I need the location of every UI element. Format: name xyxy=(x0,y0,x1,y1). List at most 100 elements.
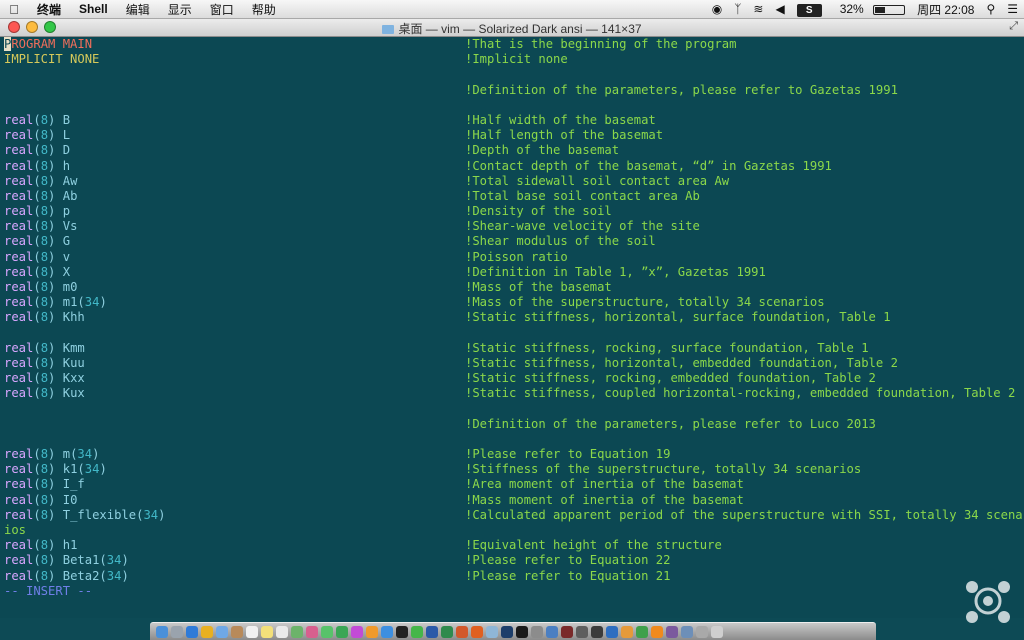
menu-edit[interactable]: 编辑 xyxy=(117,1,159,18)
apple-icon[interactable]:  xyxy=(0,2,28,17)
dock xyxy=(150,622,876,640)
downloads-stack-icon[interactable] xyxy=(681,625,693,638)
system-preferences-icon[interactable] xyxy=(531,625,543,638)
code-line: real(8) T_flexible(34) !Calculated appare… xyxy=(4,507,1024,522)
powerpoint-icon[interactable] xyxy=(456,625,468,638)
contacts-icon[interactable] xyxy=(231,625,243,638)
mail-icon[interactable] xyxy=(216,625,228,638)
code-line: real(8) G !Shear modulus of the soil xyxy=(4,234,656,249)
code-line: real(8) Aw !Total sidewall soil contact a… xyxy=(4,173,730,188)
terminal-buffer[interactable]: PROGRAM MAIN !That is the beginning of th… xyxy=(0,37,1024,618)
code-line: !Definition of the parameters, please re… xyxy=(465,82,898,97)
code-line: real(8) m0 !Mass of the basemat xyxy=(4,280,612,294)
trash-icon[interactable] xyxy=(711,625,723,638)
vlc-icon[interactable] xyxy=(651,625,663,638)
menu-shell[interactable]: Shell xyxy=(70,2,117,16)
window-titlebar: 桌面 — vim — Solarized Dark ansi — 141×37 … xyxy=(0,19,1024,37)
code-line: real(8) Kux !Static stiffness, coupled ho… xyxy=(4,386,1016,401)
code-line: real(8) B !Half width of the basemat xyxy=(4,112,656,127)
matlab-icon[interactable] xyxy=(471,625,483,638)
reminders-icon[interactable] xyxy=(276,625,288,638)
facetime-icon[interactable] xyxy=(336,625,348,638)
ibooks-icon[interactable] xyxy=(366,625,378,638)
code-line: real(8) X !Definition in Table 1, ”x”, Ga… xyxy=(4,264,766,279)
preview-icon[interactable] xyxy=(486,625,498,638)
fullscreen-icon[interactable]: ⤢ xyxy=(1009,20,1018,33)
wifi-icon[interactable]: ≋ xyxy=(747,2,769,16)
s-app-icon[interactable]: S xyxy=(796,3,822,17)
itunes-icon[interactable] xyxy=(351,625,363,638)
folder-icon xyxy=(382,25,395,35)
code-line: real(8) m1(34) !Mass of the superstructur… xyxy=(4,295,825,310)
notes-icon[interactable] xyxy=(261,625,273,638)
keynote-icon[interactable] xyxy=(606,625,618,638)
code-line: IMPLICIT NONE !Implicit none xyxy=(4,52,568,67)
code-line: PROGRAM MAIN !That is the beginning of th… xyxy=(4,37,737,51)
code-line: real(8) Kmm !Static stiffness, rocking, s… xyxy=(4,340,869,355)
eye-icon[interactable]: ◉ xyxy=(706,2,728,16)
watermark-icon xyxy=(966,581,1010,623)
insert-mode-indicator: -- INSERT -- xyxy=(4,583,93,598)
code-line: real(8) Khh !Static stiffness, horizontal… xyxy=(4,310,891,325)
code-line: real(8) h1 !Equivalent height of the stru… xyxy=(4,538,722,553)
messages-icon[interactable] xyxy=(321,625,333,638)
code-line: real(8) Beta1(34) !Please refer to Equati… xyxy=(4,553,671,568)
photoshop-icon[interactable] xyxy=(501,625,513,638)
excel-icon[interactable] xyxy=(441,625,453,638)
numbers-icon[interactable] xyxy=(636,625,648,638)
finder-icon[interactable] xyxy=(156,625,168,638)
maps-icon[interactable] xyxy=(291,625,303,638)
status-line: -- INSERT -- xyxy=(0,584,1024,599)
menu-terminal[interactable]: 终端 xyxy=(28,1,70,18)
code-line: real(8) Kuu !Static stiffness, horizontal… xyxy=(4,355,898,370)
clock[interactable]: 周四 22:08 xyxy=(911,1,980,18)
code-line: real(8) v !Poisson ratio xyxy=(4,249,568,264)
code-line: real(8) h !Contact depth of the basemat, … xyxy=(4,158,832,173)
activity-monitor-icon[interactable] xyxy=(591,625,603,638)
menu-window[interactable]: 窗口 xyxy=(201,1,243,18)
app-store-icon[interactable] xyxy=(381,625,393,638)
calendar-icon[interactable] xyxy=(246,625,258,638)
texshop-icon[interactable] xyxy=(666,625,678,638)
code-line: real(8) k1(34) !Stiffness of the superstr… xyxy=(4,462,862,477)
dictionary-icon[interactable] xyxy=(561,625,573,638)
code-line: real(8) I0 !Mass moment of inertia of the… xyxy=(4,492,744,507)
battery-icon[interactable] xyxy=(873,4,906,15)
code-line: real(8) Kxx !Static stiffness, rocking, e… xyxy=(4,371,876,386)
menu-bar:  终端 Shell 编辑 显示 窗口 帮助 ◉ ᛉ ≋ ◀ S 32% 周四 … xyxy=(0,0,1024,19)
window-title: 桌面 — vim — Solarized Dark ansi — 141×37 xyxy=(398,22,642,36)
menu-help[interactable]: 帮助 xyxy=(243,1,285,18)
code-line: real(8) p !Density of the soil xyxy=(4,204,612,219)
code-line: real(8) D !Depth of the basemat xyxy=(4,143,620,158)
word-icon[interactable] xyxy=(426,625,438,638)
code-line: real(8) I_f !Area moment of inertia of th… xyxy=(4,477,744,492)
menu-view[interactable]: 显示 xyxy=(159,1,201,18)
photos-icon[interactable] xyxy=(306,625,318,638)
code-line: real(8) Ab !Total base soil contact area … xyxy=(4,188,700,203)
code-line: ios xyxy=(4,523,27,537)
safari-icon[interactable] xyxy=(186,625,198,638)
code-line: real(8) Vs !Shear-wave velocity of the si… xyxy=(4,219,700,234)
battery-percent: 32% xyxy=(839,2,864,16)
volume-icon[interactable]: ◀ xyxy=(769,2,790,16)
bluetooth-icon[interactable]: ᛉ xyxy=(728,2,747,16)
search-icon[interactable]: ⚲ xyxy=(980,2,1001,16)
code-line: real(8) Beta2(34) !Please refer to Equati… xyxy=(4,568,671,583)
terminal-icon[interactable] xyxy=(516,625,528,638)
code-line: !Definition of the parameters, please re… xyxy=(465,416,876,431)
code-line: real(8) m(34) !Please refer to Equation 1… xyxy=(4,447,671,462)
pages-icon[interactable] xyxy=(621,625,633,638)
chrome-icon[interactable] xyxy=(201,625,213,638)
documents-stack-icon[interactable] xyxy=(696,625,708,638)
qq-icon[interactable] xyxy=(396,625,408,638)
calculator-icon[interactable] xyxy=(576,625,588,638)
launchpad-icon[interactable] xyxy=(171,625,183,638)
xcode-icon[interactable] xyxy=(546,625,558,638)
wechat-icon[interactable] xyxy=(411,625,423,638)
list-icon[interactable]: ☰ xyxy=(1001,2,1024,16)
